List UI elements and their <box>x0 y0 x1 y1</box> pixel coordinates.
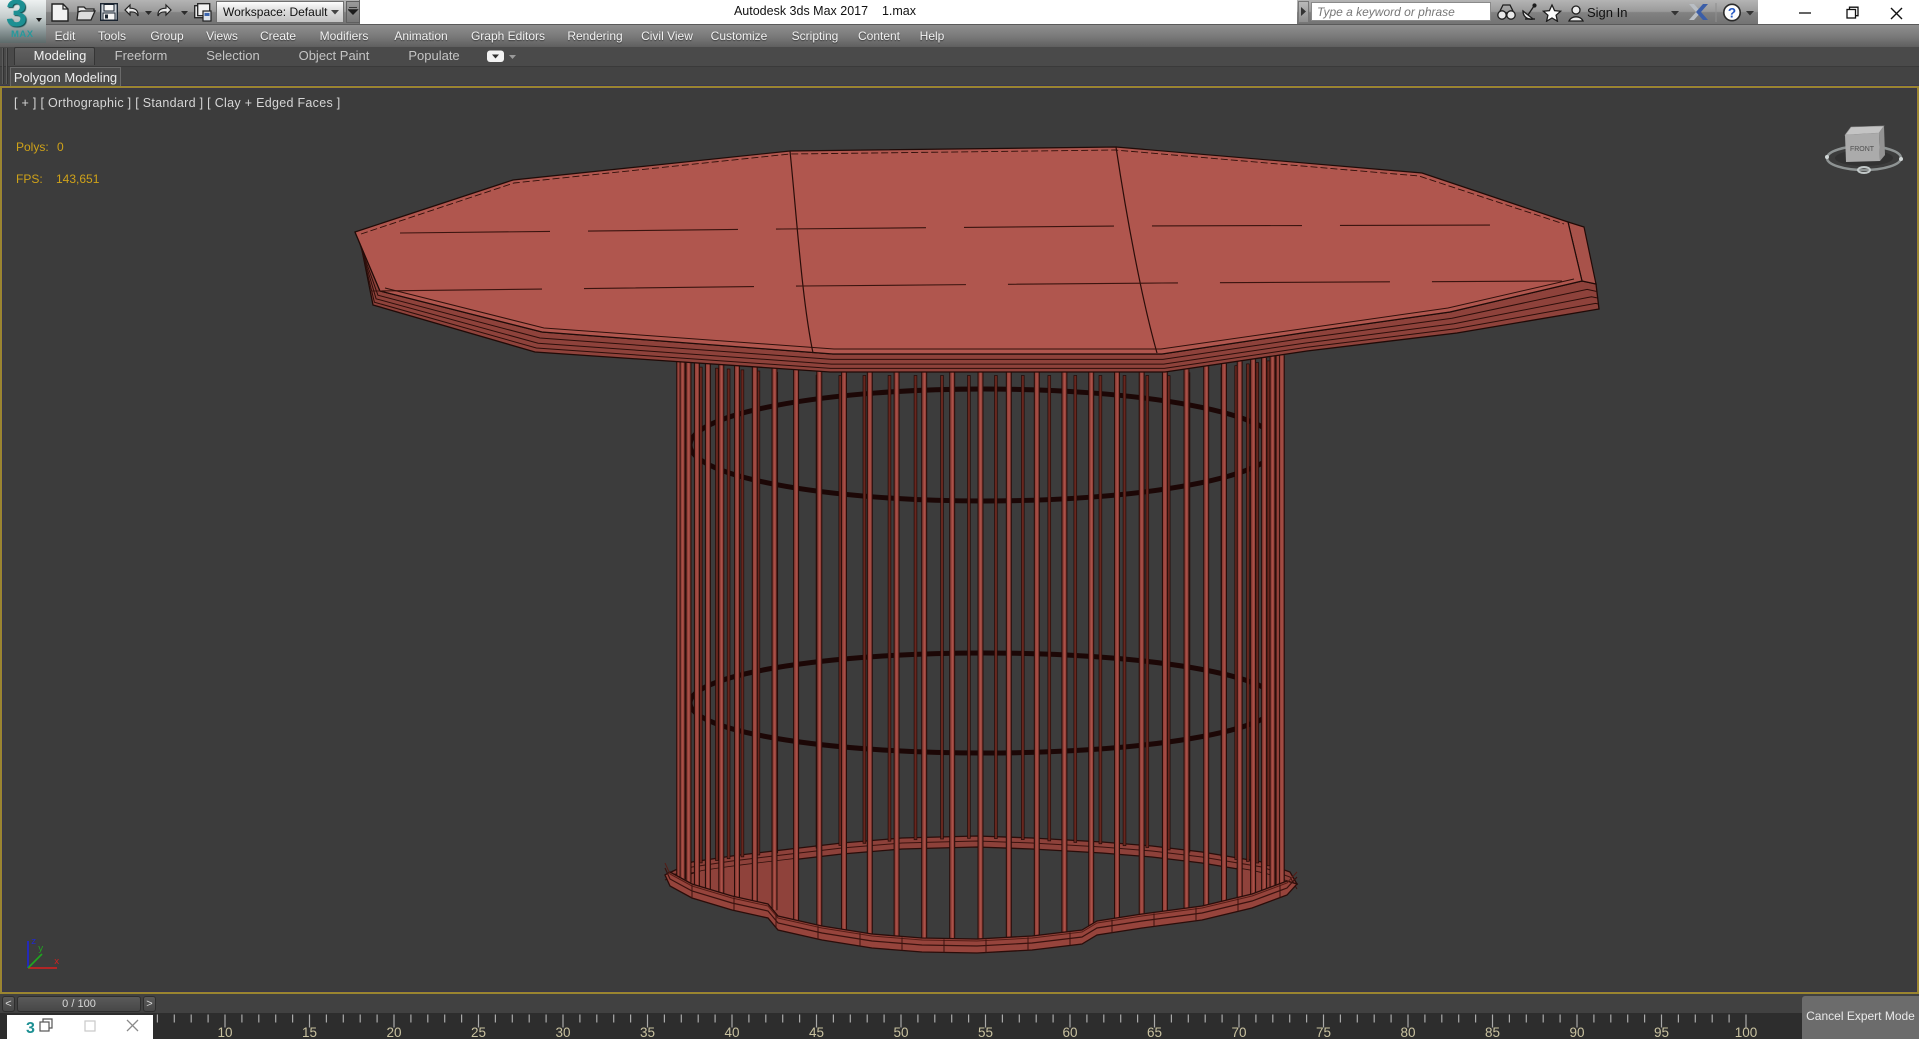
svg-text:?: ? <box>1728 6 1736 21</box>
svg-text:FRONT: FRONT <box>1850 146 1875 153</box>
svg-text:55: 55 <box>978 1025 993 1039</box>
svg-text:z: z <box>31 937 36 947</box>
svg-text:Sign In: Sign In <box>1587 5 1627 20</box>
svg-text:10: 10 <box>217 1025 232 1039</box>
svg-text:70: 70 <box>1231 1025 1246 1039</box>
svg-text:50: 50 <box>893 1025 908 1039</box>
svg-text:45: 45 <box>809 1025 824 1039</box>
svg-text:95: 95 <box>1654 1025 1669 1039</box>
svg-text:x: x <box>54 957 59 967</box>
svg-text:15: 15 <box>302 1025 317 1039</box>
svg-text:85: 85 <box>1485 1025 1500 1039</box>
svg-text:3: 3 <box>26 1020 35 1037</box>
svg-text:60: 60 <box>1062 1025 1077 1039</box>
svg-text:35: 35 <box>640 1025 655 1039</box>
svg-text:65: 65 <box>1147 1025 1162 1039</box>
svg-text:90: 90 <box>1569 1025 1584 1039</box>
svg-text:40: 40 <box>724 1025 739 1039</box>
svg-text:75: 75 <box>1316 1025 1331 1039</box>
svg-text:y: y <box>38 944 44 954</box>
svg-text:30: 30 <box>555 1025 570 1039</box>
svg-text:25: 25 <box>471 1025 486 1039</box>
svg-text:20: 20 <box>386 1025 401 1039</box>
svg-text:80: 80 <box>1400 1025 1415 1039</box>
svg-text:100: 100 <box>1735 1025 1758 1039</box>
